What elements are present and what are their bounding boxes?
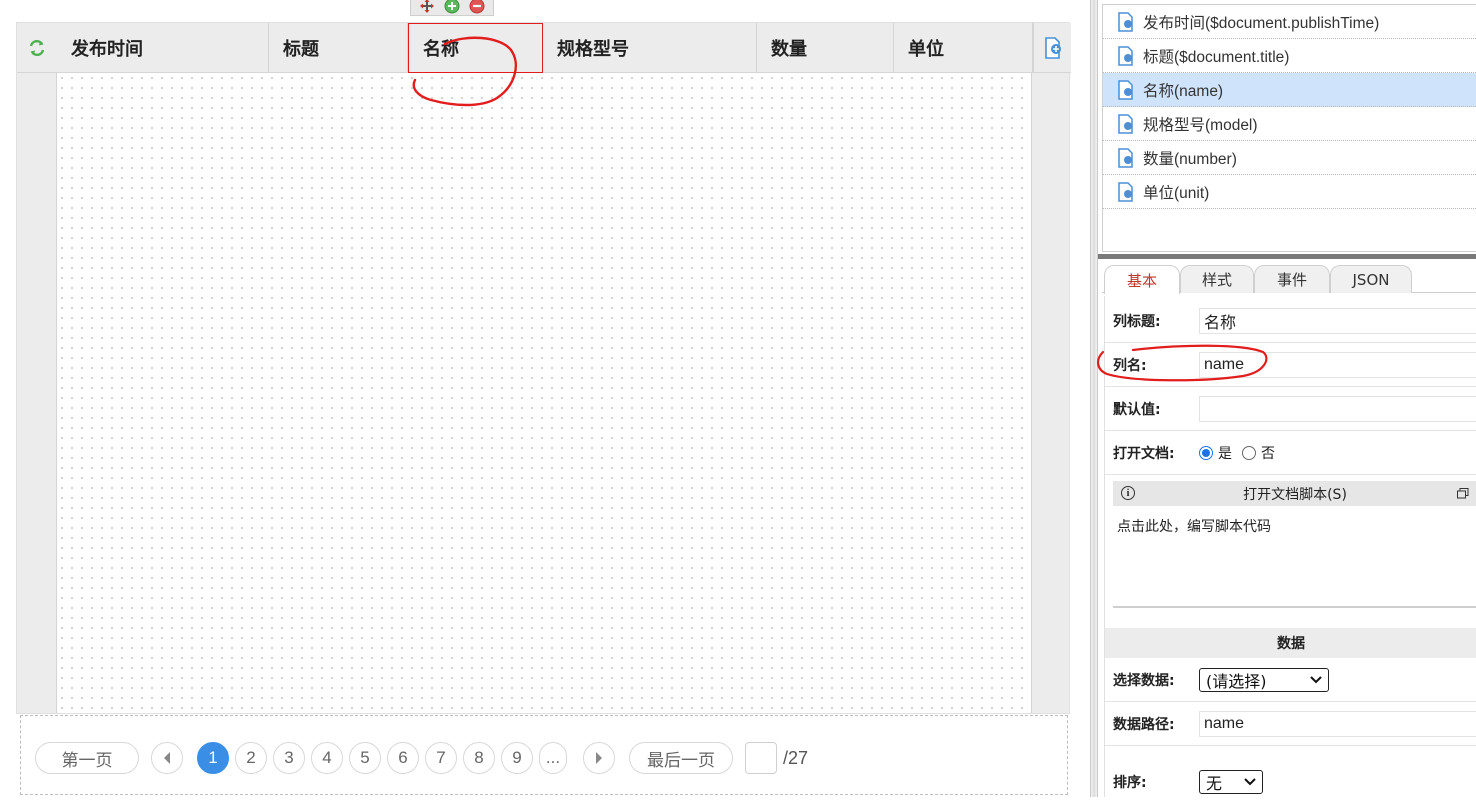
info-icon[interactable]: i [1121, 486, 1135, 500]
column-header-publish-time[interactable]: 发布时间 [57, 23, 269, 73]
data-section-header: 数据 [1105, 628, 1476, 658]
add-icon[interactable] [443, 0, 461, 14]
restore-window-icon[interactable] [1457, 488, 1469, 499]
open-document-script: i 打开文档脚本(S) 点击此处，编写脚本代码 [1113, 481, 1476, 608]
script-editor[interactable]: 点击此处，编写脚本代码 [1113, 506, 1476, 546]
default-value-label: 默认值: [1113, 401, 1161, 418]
properties-panel: 发布时间($document.publishTime) 标题($document… [1097, 0, 1476, 797]
prop-row-data-path: 数据路径: name [1105, 702, 1476, 746]
vertical-splitter[interactable] [1090, 0, 1098, 797]
page-button-1[interactable]: 1 [197, 742, 229, 774]
field-icon [1118, 147, 1133, 168]
column-toolbar [410, 0, 494, 16]
page-total: /27 [783, 747, 809, 768]
next-page-icon[interactable] [583, 742, 615, 774]
field-list: 发布时间($document.publishTime) 标题($document… [1102, 4, 1476, 252]
page-button-5[interactable]: 5 [349, 742, 381, 774]
field-item-title[interactable]: 标题($document.title) [1103, 39, 1476, 73]
tab-basic[interactable]: 基本 [1104, 265, 1180, 294]
page-button-7[interactable]: 7 [425, 742, 457, 774]
property-form: 列标题: 名称 列名: name 默认值: 打开文档: 是 否 i 打开文档脚本… [1097, 296, 1476, 797]
page-button-6[interactable]: 6 [387, 742, 419, 774]
default-value-input[interactable] [1199, 395, 1476, 422]
sort-dropdown[interactable]: 无 [1199, 770, 1263, 794]
select-data-dropdown[interactable]: (请选择) [1199, 667, 1329, 692]
column-header-unit[interactable]: 单位 [894, 23, 1033, 73]
page-button-3[interactable]: 3 [273, 742, 305, 774]
add-column-icon[interactable] [1033, 23, 1071, 73]
field-item-model[interactable]: 规格型号(model) [1103, 107, 1476, 141]
chevron-down-icon [1244, 778, 1256, 786]
tab-json[interactable]: JSON [1330, 265, 1412, 293]
radio-yes[interactable] [1199, 445, 1213, 460]
page-ellipsis[interactable]: ... [539, 742, 567, 774]
radio-no-label: 否 [1261, 445, 1275, 462]
script-title: 打开文档脚本(S) [1243, 486, 1347, 503]
page-button-8[interactable]: 8 [463, 742, 495, 774]
view-canvas: 发布时间 标题 名称 规格型号 数量 单位 [16, 22, 1071, 714]
field-icon [1118, 79, 1133, 100]
column-header-model[interactable]: 规格型号 [543, 23, 757, 73]
column-header-title[interactable]: 标题 [269, 23, 408, 73]
data-path-label: 数据路径: [1113, 716, 1175, 733]
annotation-circle [1097, 344, 1268, 382]
column-header-number[interactable]: 数量 [757, 23, 894, 73]
first-page-button[interactable]: 第一页 [35, 742, 139, 774]
prev-page-icon[interactable] [151, 742, 183, 774]
property-tabs: 基本 样式 事件 JSON [1102, 263, 1476, 294]
page-button-2[interactable]: 2 [235, 742, 267, 774]
chevron-down-icon [1310, 675, 1322, 683]
prop-row-sort: 排序: 无 [1105, 760, 1476, 804]
page-button-4[interactable]: 4 [311, 742, 343, 774]
designer-area: 发布时间 标题 名称 规格型号 数量 单位 第一页 1 2 3 4 5 6 7 … [0, 0, 1090, 797]
remove-icon[interactable] [468, 0, 486, 14]
field-item-number[interactable]: 数量(number) [1103, 141, 1476, 175]
design-grid[interactable] [57, 73, 1031, 713]
field-icon [1118, 113, 1133, 134]
last-page-button[interactable]: 最后一页 [629, 742, 733, 774]
annotation-circle [412, 36, 517, 107]
script-header: i 打开文档脚本(S) [1113, 481, 1476, 506]
field-item-name[interactable]: 名称(name) [1103, 73, 1476, 107]
tab-style[interactable]: 样式 [1180, 265, 1254, 293]
sort-label: 排序: [1113, 775, 1147, 791]
radio-no[interactable] [1242, 445, 1256, 460]
right-gutter [1031, 73, 1069, 713]
column-title-input[interactable]: 名称 [1199, 307, 1476, 334]
field-icon [1118, 45, 1133, 66]
prop-row-select-data: 选择数据: (请选择) [1105, 658, 1476, 702]
field-item-unit[interactable]: 单位(unit) [1103, 175, 1476, 209]
page-number-input[interactable] [745, 742, 777, 774]
tab-events[interactable]: 事件 [1254, 265, 1330, 293]
data-path-input[interactable]: name [1199, 710, 1476, 737]
field-icon [1118, 181, 1133, 202]
field-item-publish-time[interactable]: 发布时间($document.publishTime) [1103, 5, 1476, 39]
select-data-label: 选择数据: [1113, 672, 1175, 689]
prop-row-column-title: 列标题: 名称 [1105, 299, 1476, 343]
refresh-icon[interactable] [17, 23, 57, 73]
open-document-label: 打开文档: [1113, 445, 1175, 462]
field-icon [1118, 11, 1133, 32]
prop-row-open-document: 打开文档: 是 否 [1105, 431, 1476, 475]
move-icon[interactable] [418, 0, 436, 14]
radio-yes-label: 是 [1218, 445, 1232, 462]
horizontal-splitter[interactable] [1098, 254, 1476, 259]
column-title-label: 列标题: [1113, 313, 1161, 330]
row-gutter [17, 73, 57, 713]
view-header: 发布时间 标题 名称 规格型号 数量 单位 [17, 23, 1071, 73]
page-button-9[interactable]: 9 [501, 742, 533, 774]
prop-row-default-value: 默认值: [1105, 387, 1476, 431]
pagination-bar: 第一页 1 2 3 4 5 6 7 8 9 ... 最后一页 /27 [20, 715, 1068, 795]
